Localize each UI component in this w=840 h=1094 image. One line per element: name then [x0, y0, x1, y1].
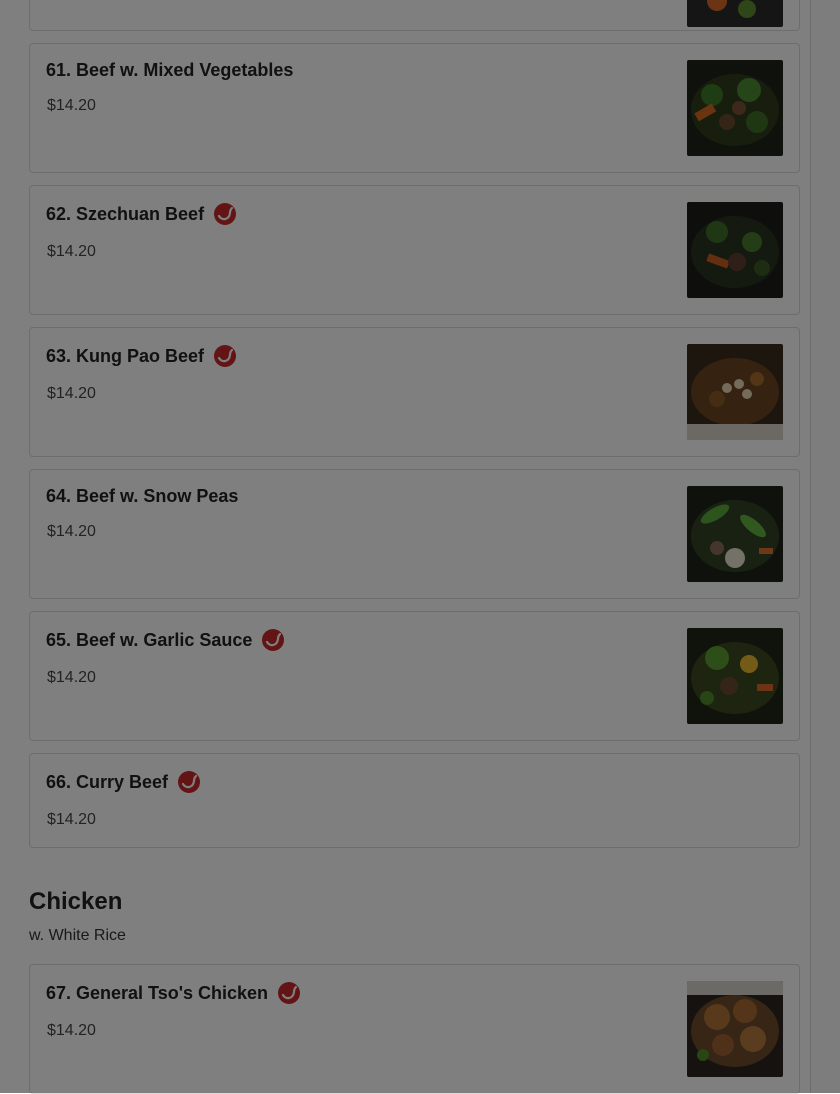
modal-backdrop[interactable]: [0, 0, 840, 1093]
